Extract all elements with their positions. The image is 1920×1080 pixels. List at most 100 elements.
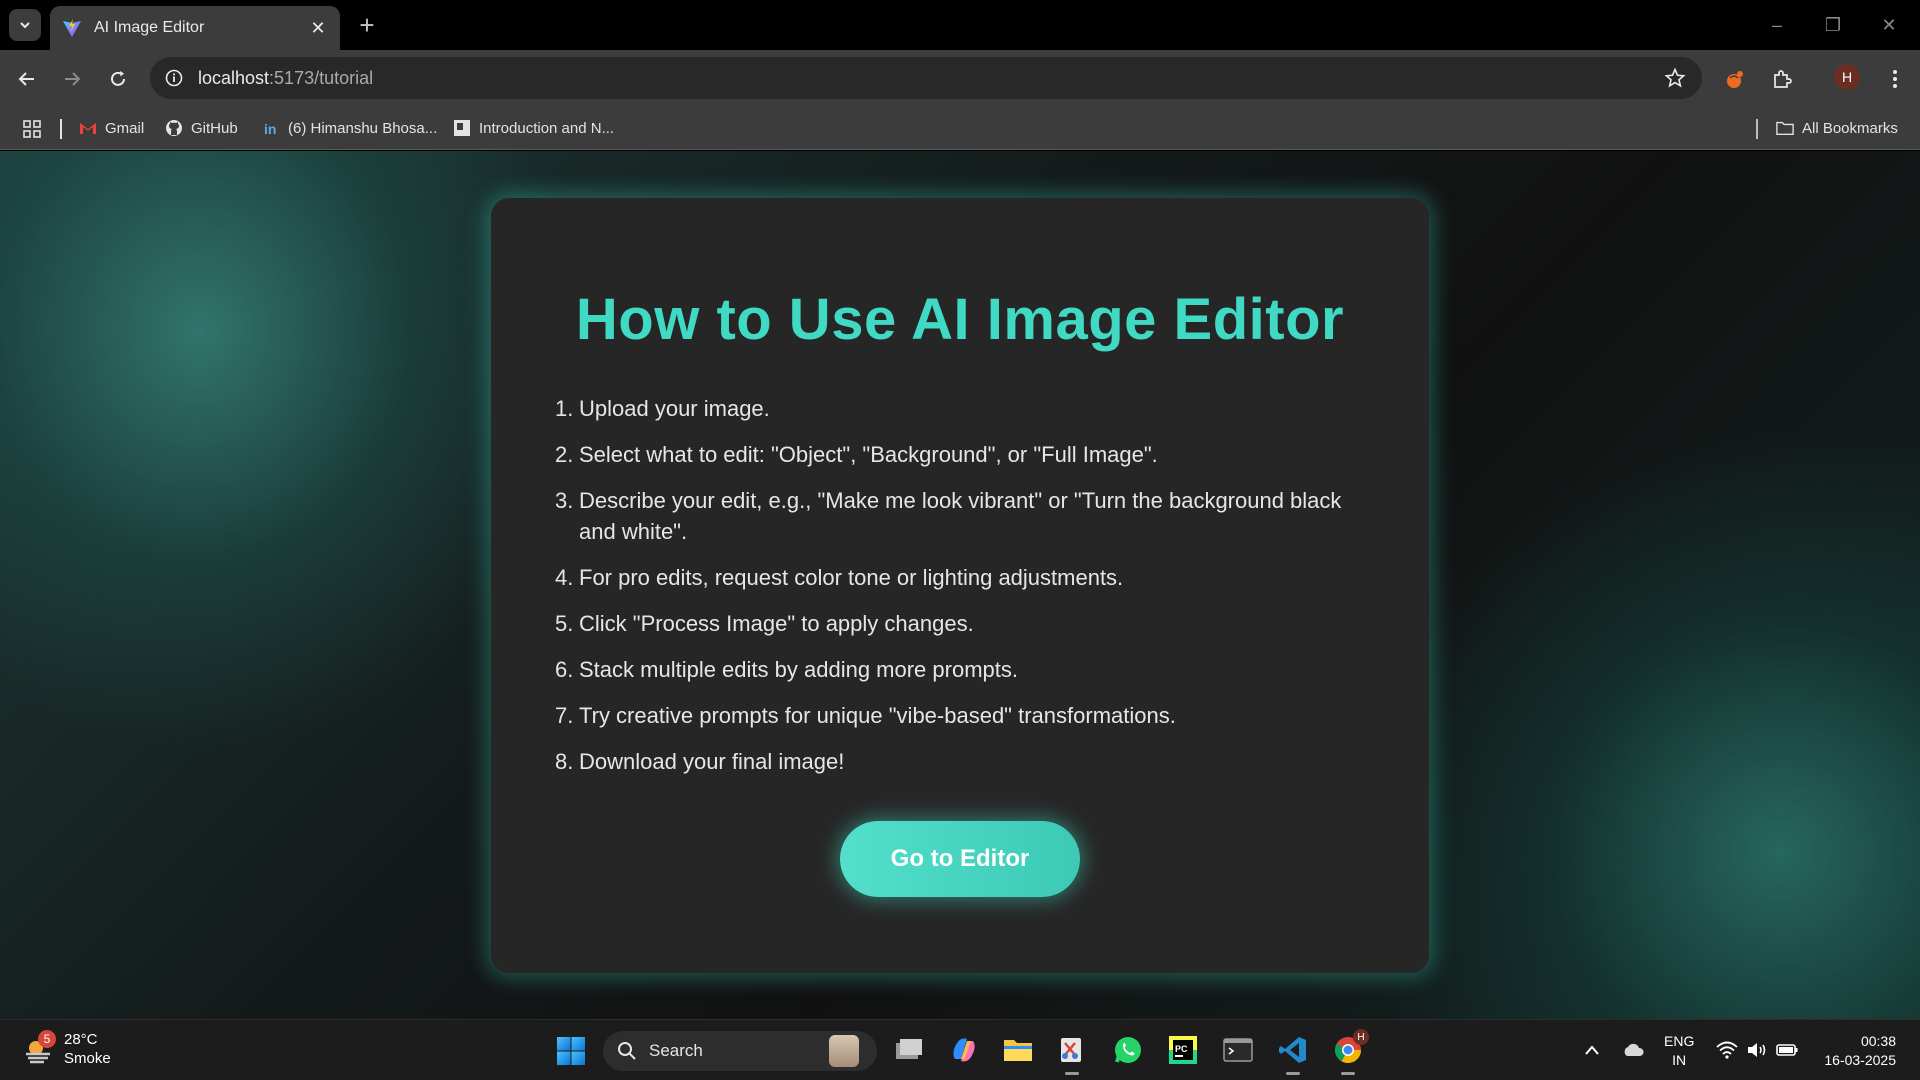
weather-condition-text: Smoke <box>64 1050 111 1067</box>
forward-arrow-icon <box>65 72 81 86</box>
vite-icon <box>63 19 81 37</box>
step-text: For pro edits, request color tone or lig… <box>579 565 1124 590</box>
doc-icon <box>453 119 471 137</box>
svg-text:PC: PC <box>1175 1044 1188 1054</box>
clock-time: 00:38 <box>1860 1033 1896 1049</box>
back-button[interactable] <box>12 64 42 94</box>
restore-icon[interactable]: ❐ <box>1818 10 1848 40</box>
apps-grid-icon[interactable] <box>22 119 42 139</box>
tutorial-card: How to Use AI Image Editor 1. Upload your… <box>491 198 1429 973</box>
url-host: localhost <box>198 67 270 88</box>
language-indicator[interactable]: ENG IN <box>1664 1032 1694 1070</box>
all-bookmarks-label: All Bookmarks <box>1802 119 1898 137</box>
step-text: Click "Process Image" to apply changes. <box>579 611 974 636</box>
reload-icon <box>111 71 125 86</box>
weather-widget[interactable]: 5 28°C Smoke <box>22 1030 111 1068</box>
reload-button[interactable] <box>103 64 133 94</box>
url-path: :5173/tutorial <box>269 67 374 88</box>
close-tab-icon[interactable]: ✕ <box>308 18 328 39</box>
step-item: 7. Try creative prompts for unique "vibe-… <box>555 700 1375 731</box>
bookmark-label: (6) Himanshu Bhosa... <box>288 119 438 137</box>
step-item: 8. Download your final image! <box>555 746 1375 777</box>
copilot-icon[interactable] <box>947 1033 981 1067</box>
go-to-editor-button[interactable]: Go to Editor <box>840 821 1080 897</box>
step-item: 6. Stack multiple edits by adding more pr… <box>555 654 1375 685</box>
github-icon <box>165 119 183 137</box>
minimize-icon[interactable]: – <box>1762 10 1792 40</box>
close-window-icon[interactable]: ✕ <box>1874 10 1904 40</box>
task-view-icon[interactable] <box>892 1033 926 1067</box>
step-text: Select what to edit: "Object", "Backgrou… <box>579 442 1158 467</box>
chevron-down-icon <box>20 22 30 29</box>
tab-title: AI Image Editor <box>94 19 205 36</box>
windows-start-icon[interactable] <box>556 1036 586 1071</box>
search-label: Search <box>649 1041 703 1060</box>
whatsapp-icon[interactable] <box>1111 1033 1145 1067</box>
bookmark-linkedin[interactable]: in (6) Himanshu Bhosa... <box>262 119 437 137</box>
vscode-icon[interactable] <box>1276 1033 1310 1075</box>
browser-toolbar: localhost:5173/tutorial <box>0 50 1920 108</box>
search-highlight-image <box>829 1035 859 1067</box>
step-number: 3. <box>555 488 574 513</box>
battery-icon[interactable] <box>1770 1033 1804 1067</box>
profile-avatar[interactable]: H <box>1834 64 1860 90</box>
weather-alert-badge: 5 <box>38 1030 56 1048</box>
step-text: Try creative prompts for unique "vibe-ba… <box>579 703 1176 728</box>
active-tab[interactable]: AI Image Editor ✕ <box>50 6 340 50</box>
site-info-icon[interactable] <box>164 68 184 88</box>
step-number: 6. <box>555 657 574 682</box>
step-number: 5. <box>555 611 574 636</box>
step-item: 1. Upload your image. <box>555 393 1375 424</box>
step-number: 8. <box>555 749 574 774</box>
bookmark-label: GitHub <box>191 119 238 137</box>
step-text: Download your final image! <box>579 749 845 774</box>
forward-button[interactable] <box>57 64 87 94</box>
terminal-icon[interactable] <box>1221 1033 1255 1067</box>
chrome-icon[interactable]: H <box>1331 1029 1369 1075</box>
bookmark-label: Gmail <box>105 119 145 137</box>
wifi-icon[interactable] <box>1710 1033 1744 1067</box>
menu-kebab-icon[interactable] <box>1880 64 1910 94</box>
bookmark-gmail[interactable]: Gmail <box>79 119 144 137</box>
address-bar[interactable]: localhost:5173/tutorial <box>150 57 1702 99</box>
clock-date: 16-03-2025 <box>1824 1052 1896 1068</box>
running-indicator <box>1286 1072 1300 1075</box>
system-clock[interactable]: 00:38 16-03-2025 <box>1810 1032 1896 1070</box>
bookmark-separator <box>1756 119 1758 139</box>
snipping-tool-icon[interactable] <box>1055 1033 1089 1075</box>
step-text: Describe your edit, e.g., "Make me look … <box>579 488 1342 544</box>
step-number: 4. <box>555 565 574 590</box>
back-arrow-icon <box>18 72 34 86</box>
running-indicator <box>1065 1072 1079 1075</box>
pycharm-icon[interactable]: PC <box>1166 1033 1200 1067</box>
bookmark-star-icon[interactable] <box>1664 67 1686 94</box>
bookmark-separator <box>60 119 62 139</box>
all-bookmarks[interactable]: All Bookmarks <box>1776 119 1898 137</box>
page-background: How to Use AI Image Editor 1. Upload your… <box>0 151 1920 1019</box>
tab-search-button[interactable] <box>9 9 41 41</box>
bookmark-github[interactable]: GitHub <box>165 119 238 137</box>
taskbar-search[interactable]: Search <box>603 1031 877 1071</box>
step-number: 7. <box>555 703 574 728</box>
windows-taskbar: 5 28°C Smoke Search PC H ENG IN 00:38 16… <box>0 1019 1920 1080</box>
language-code: ENG <box>1664 1033 1695 1049</box>
region-code: IN <box>1672 1052 1687 1068</box>
weather-smoke-icon: 5 <box>22 1030 56 1066</box>
extension-brave-icon[interactable] <box>1720 64 1750 94</box>
file-explorer-icon[interactable] <box>1001 1033 1035 1067</box>
tab-strip: AI Image Editor ✕ + – ❐ ✕ <box>0 0 1920 50</box>
step-text: Stack multiple edits by adding more prom… <box>579 657 1018 682</box>
new-tab-button[interactable]: + <box>352 10 382 40</box>
onedrive-cloud-icon[interactable] <box>1616 1033 1650 1067</box>
folder-icon <box>1776 119 1794 137</box>
svg-text:in: in <box>264 121 276 137</box>
bookmark-label: Introduction and N... <box>479 119 615 137</box>
bookmarks-bar: Gmail GitHub in (6) Himanshu Bhosa... In… <box>0 108 1920 150</box>
chrome-profile-badge: H <box>1353 1029 1369 1045</box>
tray-chevron-up-icon[interactable] <box>1575 1033 1609 1067</box>
extensions-puzzle-icon[interactable] <box>1767 64 1797 94</box>
bookmark-introduction[interactable]: Introduction and N... <box>453 119 614 137</box>
step-item: 4. For pro edits, request color tone or l… <box>555 562 1375 593</box>
step-number: 2. <box>555 442 574 467</box>
volume-icon[interactable] <box>1740 1033 1774 1067</box>
